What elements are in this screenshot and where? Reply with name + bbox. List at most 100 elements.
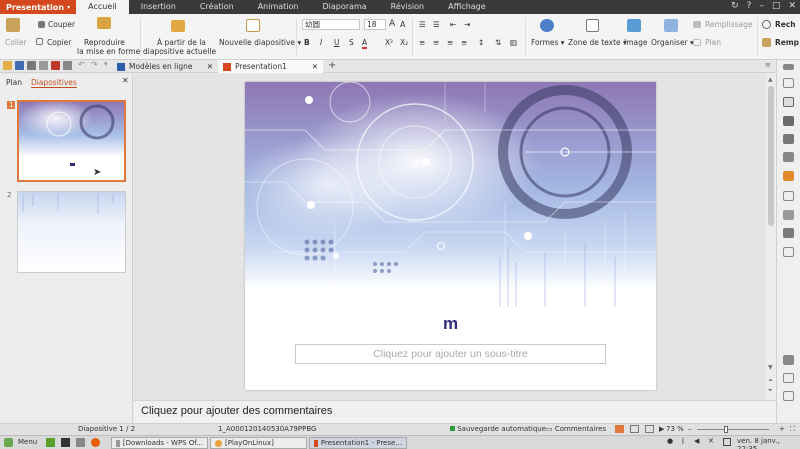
tab-diaporama[interactable]: Diaporama [311, 0, 379, 14]
line-spacing-icon[interactable]: ↕ [478, 38, 484, 47]
paste-icon[interactable] [6, 18, 20, 32]
slide-title[interactable]: m [245, 314, 656, 334]
shapes-pane-icon[interactable] [783, 191, 794, 201]
font-name-select[interactable]: 幼圆 [302, 19, 360, 30]
close-tab-icon[interactable]: ✕ [312, 62, 318, 71]
find-button[interactable]: Rech [775, 20, 796, 29]
subtitle-placeholder[interactable]: Cliquez pour ajouter un sous-titre [295, 344, 606, 364]
firefox-icon[interactable] [91, 438, 100, 447]
decrease-indent-icon[interactable]: ⇤ [450, 20, 456, 29]
fill-button[interactable]: Remplissage [705, 20, 753, 29]
export-pdf-icon[interactable] [51, 61, 60, 70]
tab-revision[interactable]: Révision [379, 0, 436, 14]
new-document-icon[interactable] [783, 78, 794, 88]
templates-pane-icon[interactable] [783, 116, 794, 126]
network-icon[interactable]: ✕ [708, 437, 714, 445]
start-menu-icon[interactable] [4, 438, 13, 447]
copy-icon[interactable] [36, 38, 43, 45]
tab-creation[interactable]: Création [188, 0, 246, 14]
spellcheck-icon[interactable] [63, 61, 72, 70]
minimize-icon[interactable]: – [759, 1, 764, 11]
close-tab-icon[interactable]: ✕ [207, 62, 213, 71]
align-center-icon[interactable]: ≡ [433, 38, 439, 47]
close-panel-icon[interactable]: ✕ [122, 76, 129, 85]
volume-icon[interactable]: ◀ [694, 437, 699, 445]
replace-button[interactable]: Remp [775, 38, 799, 47]
tab-outline[interactable]: Plan [6, 78, 22, 87]
tab-slides[interactable]: Diapositives [31, 78, 77, 88]
tab-accueil[interactable]: Accueil [76, 0, 129, 14]
arrange-icon[interactable] [664, 19, 678, 32]
slide-thumbnail-1[interactable] [17, 100, 126, 182]
files-icon[interactable] [76, 438, 85, 447]
grow-font-icon[interactable]: A [389, 19, 395, 29]
scrollbar-thumb[interactable] [768, 86, 774, 226]
shapes-button[interactable]: Formes ▾ [531, 38, 565, 47]
arrange-button[interactable]: Organiser ▾ [651, 38, 694, 47]
print-preview-icon[interactable] [27, 61, 36, 70]
reading-view-icon[interactable] [645, 425, 654, 433]
format-painter-label-1[interactable]: Reproduire [84, 38, 125, 47]
prev-slide-icon[interactable]: ⏶ [768, 377, 773, 385]
start-menu-button[interactable]: Menu [18, 438, 37, 446]
help-pane-icon[interactable] [783, 247, 794, 257]
task-presentation[interactable]: Presentation1 - Prese... [309, 437, 407, 449]
copy-button[interactable]: Copier [47, 38, 71, 47]
image-button[interactable]: Image [624, 38, 648, 47]
save-icon[interactable] [15, 61, 24, 70]
task-downloads[interactable]: [Downloads - WPS Of... [111, 437, 208, 449]
next-slide-icon[interactable]: ⏷ [768, 387, 773, 395]
vertical-scrollbar[interactable]: ▲ ▼ ⏶ ⏷ [766, 74, 776, 400]
bold-icon[interactable]: B [304, 38, 310, 47]
align-right-icon[interactable]: ≡ [447, 38, 453, 47]
new-tab-button[interactable]: + [328, 60, 336, 71]
options-icon[interactable] [783, 64, 794, 70]
tab-animation[interactable]: Animation [246, 0, 311, 14]
clipart-icon[interactable] [783, 210, 794, 220]
redo-icon[interactable]: ↷ [91, 60, 98, 69]
new-slide-icon[interactable] [246, 19, 260, 32]
customize-qat-icon[interactable]: ▾ [104, 60, 108, 68]
notes-placeholder[interactable]: Cliquez pour ajouter des commentaires [141, 405, 332, 417]
custom-animation-icon[interactable] [783, 134, 794, 144]
scroll-up-icon[interactable]: ▲ [768, 76, 773, 83]
text-direction-icon[interactable]: ⇅ [495, 38, 501, 47]
backup-icon[interactable] [783, 171, 794, 181]
justify-icon[interactable]: ≡ [461, 38, 467, 47]
new-slide-button[interactable]: Nouvelle diapositive ▾ [219, 38, 301, 47]
transition-icon[interactable] [783, 152, 794, 162]
autosave-indicator[interactable]: Sauvegarde automatique [450, 425, 546, 433]
from-current-label-1[interactable]: À partir de la [157, 38, 206, 47]
scroll-down-icon[interactable]: ▼ [768, 364, 773, 371]
tab-insertion[interactable]: Insertion [129, 0, 188, 14]
zoom-slider[interactable] [697, 429, 769, 430]
italic-icon[interactable]: I [320, 38, 322, 47]
picture-icon[interactable] [783, 97, 794, 107]
paste-button[interactable]: Coller [5, 38, 27, 47]
shrink-font-icon[interactable]: A [400, 20, 405, 29]
shapes-icon[interactable] [540, 19, 554, 32]
app-menu-button[interactable]: Presentation ▾ [0, 0, 77, 14]
zoom-slider-thumb[interactable] [724, 426, 728, 433]
slide-1[interactable]: m Cliquez pour ajouter un sous-titre [245, 82, 656, 390]
maximize-icon[interactable]: □ [772, 1, 781, 11]
superscript-icon[interactable]: X² [385, 38, 393, 47]
tab-presentation1[interactable]: Presentation1 ✕ [218, 60, 323, 73]
underline-icon[interactable]: U [334, 38, 340, 47]
subscript-icon[interactable]: X₂ [400, 38, 408, 47]
help-icon[interactable]: ? [747, 1, 752, 11]
tab-online-templates[interactable]: Modèles en ligne ✕ [112, 60, 218, 73]
from-current-slide-icon[interactable] [171, 20, 185, 32]
cut-button[interactable]: Couper [48, 20, 75, 29]
textbox-icon[interactable] [586, 19, 599, 32]
cut-icon[interactable] [38, 21, 45, 28]
notification-icon[interactable]: ● [667, 437, 673, 445]
terminal-icon[interactable] [61, 438, 70, 447]
clock[interactable]: ven. 8 janv., 22:35 [737, 437, 800, 449]
from-current-label-2[interactable]: diapositive actuelle [143, 47, 216, 56]
normal-view-icon[interactable] [615, 425, 624, 433]
increase-indent-icon[interactable]: ⇥ [464, 20, 470, 29]
fit-window-icon[interactable]: ⛶ [790, 425, 795, 434]
layout-pane-icon[interactable] [783, 391, 794, 401]
strikethrough-icon[interactable]: S [349, 38, 354, 47]
